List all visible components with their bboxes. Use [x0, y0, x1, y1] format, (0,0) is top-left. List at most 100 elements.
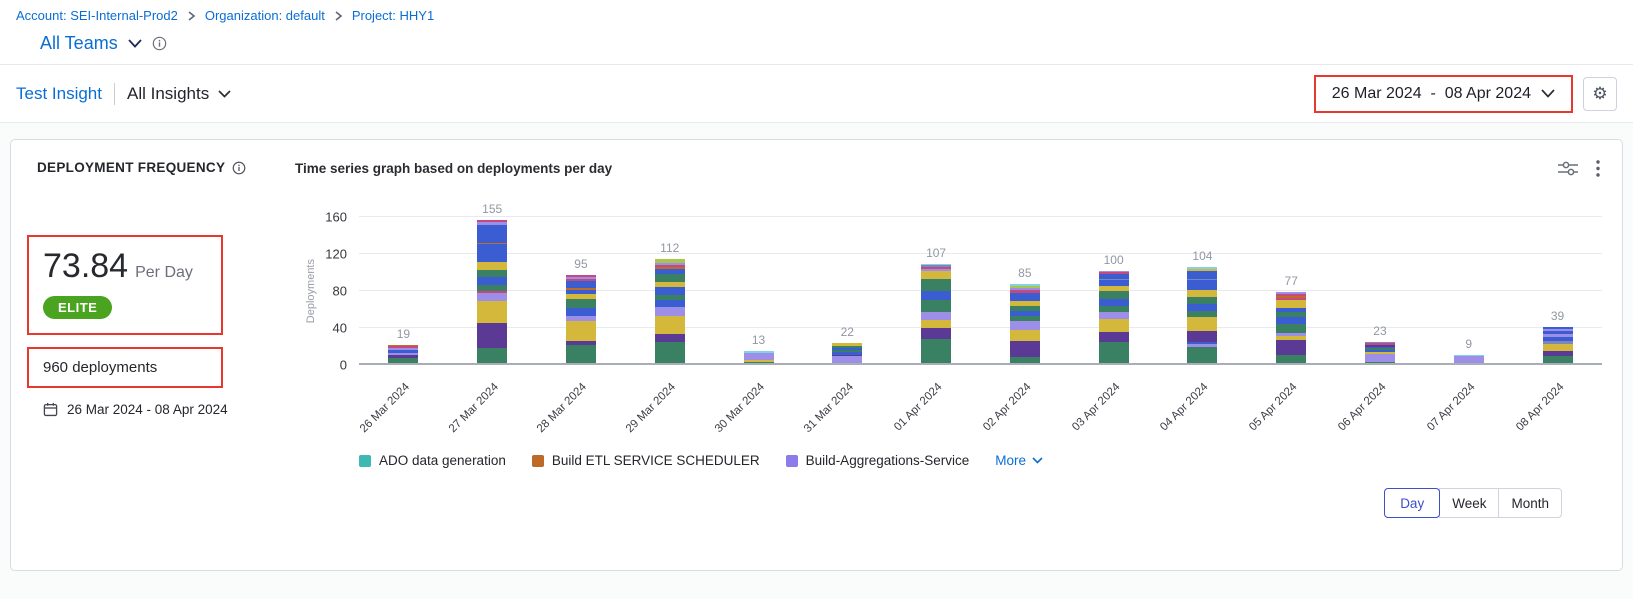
stacked-bar[interactable] [477, 220, 507, 363]
bar-slot: 10404 Apr 2024 [1158, 217, 1247, 365]
team-selector[interactable]: All Teams [40, 33, 118, 54]
team-selector-row: All Teams [40, 33, 1617, 54]
stacked-bar[interactable] [1276, 292, 1306, 363]
header: Account: SEI-Internal-Prod2 Organization… [0, 0, 1633, 64]
info-icon[interactable] [152, 36, 167, 51]
bar-slot: 7705 Apr 2024 [1247, 217, 1336, 365]
stacked-bar[interactable] [832, 343, 862, 363]
stacked-bar[interactable] [566, 275, 596, 363]
content-area: DEPLOYMENT FREQUENCY 73.84 Per Day ELITE… [0, 123, 1633, 599]
stacked-bar[interactable] [1454, 355, 1484, 363]
info-icon[interactable] [232, 161, 246, 175]
bar-value-label: 104 [1192, 249, 1212, 263]
stacked-bar[interactable] [921, 264, 951, 363]
bar-value-label: 155 [482, 202, 502, 216]
granularity-month-button[interactable]: Month [1498, 488, 1562, 518]
breadcrumb-organization-link[interactable]: Organization: default [205, 8, 325, 23]
bar-slot: 9528 Mar 2024 [537, 217, 626, 365]
insight-toolbar: Test Insight All Insights 26 Mar 2024 - … [0, 65, 1633, 122]
metric-value: 73.84 [43, 247, 128, 286]
bar-slot: 8502 Apr 2024 [980, 217, 1069, 365]
chevron-down-icon[interactable] [128, 39, 142, 48]
insights-dropdown[interactable]: All Insights [127, 84, 231, 104]
bar-value-label: 13 [752, 333, 765, 347]
stacked-bar[interactable] [1010, 284, 1040, 363]
stacked-bar[interactable] [655, 259, 685, 363]
filter-sliders-icon[interactable] [1558, 160, 1578, 177]
stacked-bar[interactable] [1099, 271, 1129, 364]
calendar-icon [43, 402, 58, 417]
y-tick-label: 0 [340, 358, 347, 373]
settings-button[interactable]: ⚙ [1583, 77, 1617, 111]
insight-name-link[interactable]: Test Insight [16, 84, 102, 104]
widget-summary-panel: DEPLOYMENT FREQUENCY 73.84 Per Day ELITE… [27, 154, 295, 556]
bar-slot: 1330 Mar 2024 [714, 217, 803, 365]
bar-slot: 3908 Apr 2024 [1513, 217, 1602, 365]
y-tick-label: 160 [325, 210, 347, 225]
bar-slot: 10003 Apr 2024 [1069, 217, 1158, 365]
page: Account: SEI-Internal-Prod2 Organization… [0, 0, 1633, 599]
stacked-bar[interactable] [1187, 267, 1217, 363]
stacked-bar[interactable] [388, 345, 418, 363]
bar-value-label: 19 [397, 327, 410, 341]
legend-item[interactable]: ADO data generation [359, 453, 506, 468]
granularity-week-button[interactable]: Week [1439, 488, 1499, 518]
granularity-day-button[interactable]: Day [1384, 488, 1440, 518]
date-range-label: 26 Mar 2024 - 08 Apr 2024 [1332, 85, 1531, 103]
chart-plot: 040801201601926 Mar 202415527 Mar 202495… [359, 217, 1602, 365]
legend-swatch [786, 455, 798, 467]
chevron-down-icon [1032, 457, 1043, 464]
metric-unit: Per Day [135, 264, 193, 282]
bar-value-label: 23 [1373, 324, 1386, 338]
deployment-frequency-widget: DEPLOYMENT FREQUENCY 73.84 Per Day ELITE… [10, 139, 1623, 571]
breadcrumb: Account: SEI-Internal-Prod2 Organization… [16, 8, 1617, 23]
gear-icon: ⚙ [1592, 84, 1607, 104]
bar-value-label: 100 [1104, 253, 1124, 267]
granularity-toggle: Day Week Month [1384, 488, 1562, 518]
breadcrumb-project-link[interactable]: Project: HHY1 [352, 8, 434, 23]
date-range-selector[interactable]: 26 Mar 2024 - 08 Apr 2024 [1314, 75, 1573, 113]
kebab-menu-icon[interactable] [1596, 160, 1600, 177]
bar-slot: 1926 Mar 2024 [359, 217, 448, 365]
bar-slot: 907 Apr 2024 [1424, 217, 1513, 365]
breadcrumb-account-link[interactable]: Account: SEI-Internal-Prod2 [16, 8, 178, 23]
y-tick-label: 80 [333, 284, 347, 299]
divider [114, 83, 115, 105]
total-deployments-highlight-box: 960 deployments [27, 347, 223, 388]
performance-badge: ELITE [43, 296, 112, 319]
widget-title: DEPLOYMENT FREQUENCY [37, 160, 225, 175]
bar-slot: 2231 Mar 2024 [803, 217, 892, 365]
legend-item[interactable]: Build-Aggregations-Service [786, 453, 970, 468]
legend-label: Build-Aggregations-Service [806, 453, 970, 468]
bar-value-label: 112 [660, 241, 679, 255]
widget-date-range: 26 Mar 2024 - 08 Apr 2024 [67, 402, 228, 417]
y-tick-label: 120 [325, 247, 347, 262]
bar-value-label: 95 [574, 257, 587, 271]
legend-label: ADO data generation [379, 453, 506, 468]
x-axis-labels-area [359, 365, 1602, 453]
chevron-down-icon [1541, 89, 1555, 98]
stacked-bar[interactable] [1543, 327, 1573, 363]
y-tick-label: 40 [333, 321, 347, 336]
deployments-chart: Deployments 040801201601926 Mar 20241552… [359, 217, 1602, 453]
chevron-right-icon [335, 11, 342, 21]
legend-label: Build ETL SERVICE SCHEDULER [552, 453, 760, 468]
chevron-right-icon [188, 11, 195, 21]
legend-more-link[interactable]: More [995, 453, 1043, 468]
bar-slot: 11229 Mar 2024 [625, 217, 714, 365]
bar-value-label: 22 [841, 325, 854, 339]
chevron-down-icon [218, 90, 231, 98]
legend-swatch [532, 455, 544, 467]
stacked-bar[interactable] [1365, 342, 1395, 363]
stacked-bar[interactable] [744, 351, 774, 363]
total-deployments: 960 deployments [43, 359, 157, 376]
legend-more-label: More [995, 453, 1026, 468]
y-axis-label: Deployments [305, 259, 317, 323]
bar-slot: 15527 Mar 2024 [448, 217, 537, 365]
bar-slot: 10701 Apr 2024 [892, 217, 981, 365]
widget-date-range-row: 26 Mar 2024 - 08 Apr 2024 [43, 402, 295, 417]
bar-slot: 2306 Apr 2024 [1336, 217, 1425, 365]
bar-value-label: 107 [926, 246, 946, 260]
insights-dropdown-label: All Insights [127, 84, 209, 104]
legend-item[interactable]: Build ETL SERVICE SCHEDULER [532, 453, 760, 468]
